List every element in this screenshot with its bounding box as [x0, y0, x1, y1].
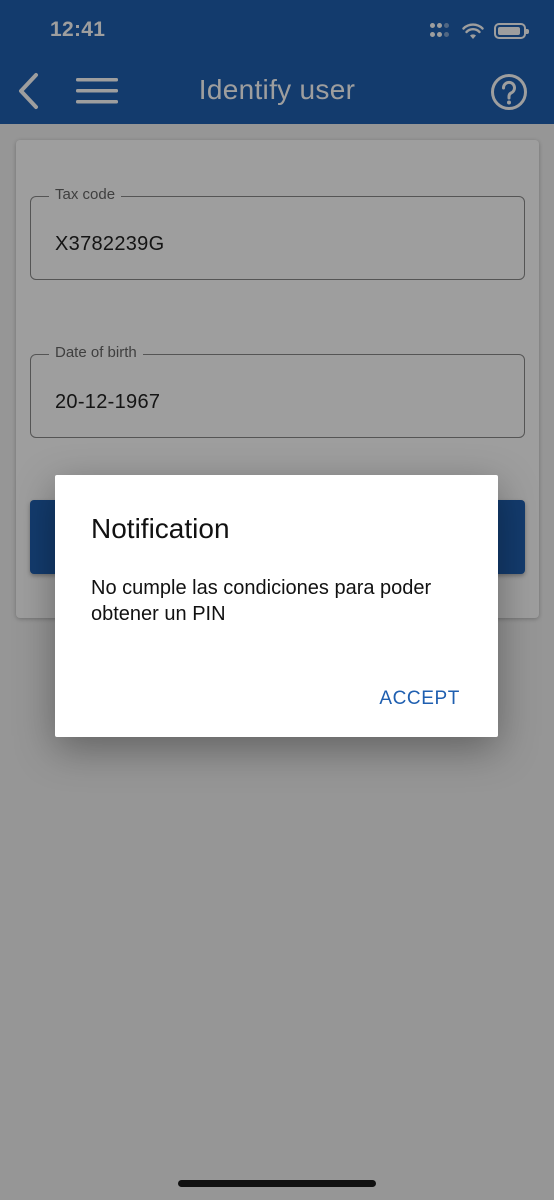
- notification-dialog: Notification No cumple las condiciones p…: [55, 475, 498, 737]
- dialog-title: Notification: [91, 513, 230, 544]
- app-screen: 12:41 Identify user Tax code X3782239G D…: [0, 0, 554, 1200]
- dialog-message: No cumple las condiciones para poder obt…: [91, 577, 432, 625]
- home-indicator: [178, 1180, 376, 1187]
- accept-button[interactable]: ACCEPT: [379, 688, 460, 710]
